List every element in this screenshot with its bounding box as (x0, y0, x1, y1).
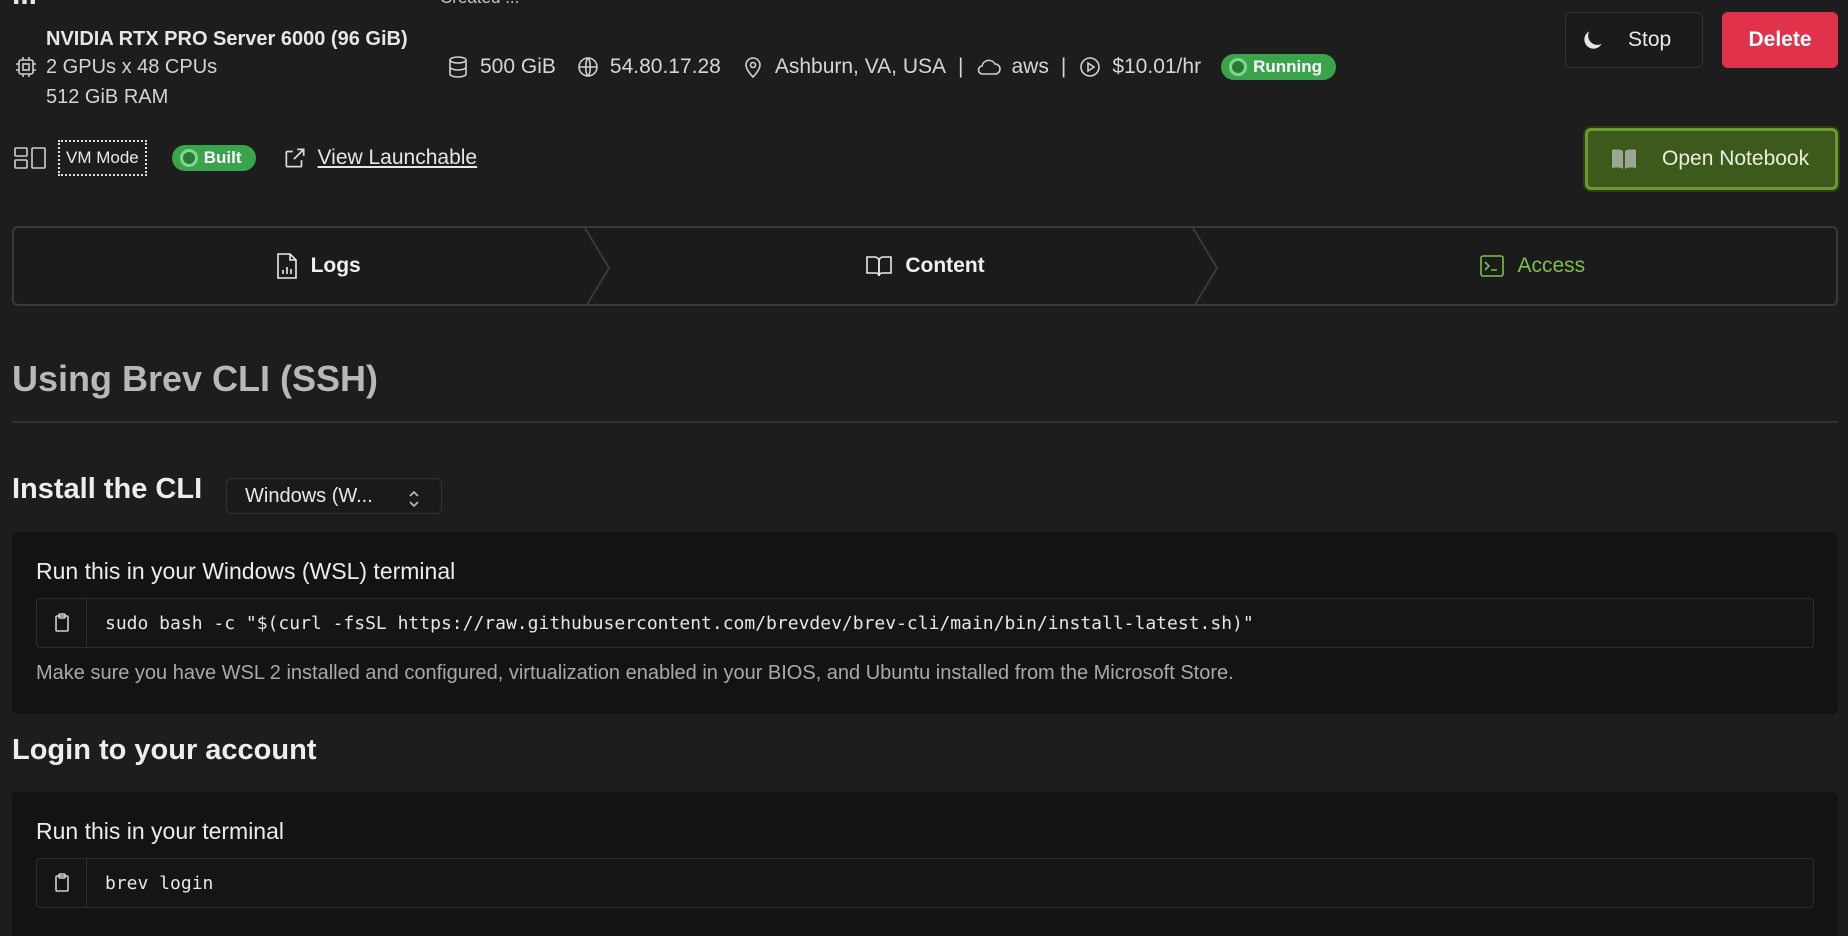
provider-spec: aws (976, 55, 1049, 79)
login-command: brev login (105, 872, 214, 894)
ip-spec: 54.80.17.28 (576, 55, 721, 79)
price-spec: $10.01/hr (1078, 55, 1201, 79)
install-note: Make sure you have WSL 2 installed and c… (36, 662, 1234, 684)
delete-label: Delete (1748, 28, 1812, 51)
running-status-badge: Running (1221, 54, 1336, 80)
layout-icon (14, 147, 46, 169)
copy-button[interactable] (37, 599, 87, 647)
globe-icon (578, 57, 598, 77)
gpu-config: 2 GPUs x 48 CPUs (46, 56, 218, 78)
chevron-updown-icon (409, 490, 419, 508)
storage-value: 500 GiB (480, 55, 556, 78)
step-divider (584, 228, 611, 304)
mode-row: VM Mode Built View Launchable (14, 140, 477, 176)
tab-access-label: Access (1517, 254, 1586, 277)
tab-logs-label: Logs (310, 254, 361, 277)
moon-icon (1584, 31, 1602, 49)
terminal-icon (1480, 255, 1505, 277)
stop-button[interactable]: Stop (1565, 12, 1703, 68)
status-dot-icon (1229, 58, 1248, 76)
built-dot-icon (179, 149, 198, 167)
divider (12, 421, 1838, 423)
gpu-name: NVIDIA RTX PRO Server 6000 (96 GiB) (46, 28, 408, 50)
stop-label: Stop (1628, 28, 1672, 51)
copy-button[interactable] (37, 859, 87, 907)
delete-button[interactable]: Delete (1722, 12, 1838, 68)
instance-page: ... Created ... NVIDIA RTX PRO Server 60… (0, 0, 1848, 936)
vm-mode-toggle[interactable]: VM Mode (58, 140, 147, 176)
spec-separator: | (1060, 55, 1067, 78)
section-title: Using Brev CLI (SSH) (12, 358, 379, 399)
location-spec: Ashburn, VA, USA (741, 55, 946, 79)
database-icon (449, 56, 467, 78)
book-open-icon (866, 256, 893, 277)
built-text: Built (203, 148, 242, 167)
view-launchable-label: View Launchable (317, 146, 478, 169)
os-select-value: Windows (W... (245, 484, 373, 507)
instance-title: ... (12, 0, 37, 12)
steps-nav: Logs Content Access (12, 226, 1838, 306)
install-heading: Install the CLI (12, 473, 203, 505)
built-status-badge: Built (171, 145, 256, 171)
instance-specs: 500 GiB 54.80.17.28 Ashburn, VA, USA | a… (446, 54, 1336, 80)
view-launchable-link[interactable]: View Launchable (282, 145, 478, 171)
install-command-box: sudo bash -c "$(curl -fsSL https://raw.g… (36, 598, 1814, 648)
tab-content[interactable]: Content (621, 228, 1228, 304)
install-command: sudo bash -c "$(curl -fsSL https://raw.g… (105, 612, 1254, 634)
clipboard-icon (54, 873, 69, 892)
tab-logs[interactable]: Logs (14, 228, 621, 304)
status-text: Running (1253, 57, 1322, 76)
ram-amount: 512 GiB RAM (46, 86, 169, 108)
clipboard-icon (54, 613, 69, 632)
ip-address: 54.80.17.28 (609, 55, 721, 78)
tab-access[interactable]: Access (1229, 228, 1836, 304)
tab-content-label: Content (905, 254, 985, 277)
chip-icon (14, 55, 38, 79)
price-value: $10.01/hr (1112, 55, 1202, 78)
install-card: Run this in your Windows (WSL) terminal … (12, 532, 1838, 714)
login-command-box: brev login (36, 858, 1814, 908)
created-timestamp: Created ... (440, 0, 519, 8)
external-link-icon (284, 148, 305, 168)
location-value: Ashburn, VA, USA (774, 55, 947, 78)
cloud-icon (977, 59, 1001, 75)
install-card-title: Run this in your Windows (WSL) terminal (36, 558, 456, 584)
gpu-info: NVIDIA RTX PRO Server 6000 (96 GiB) 2 GP… (14, 26, 408, 112)
login-card-title: Run this in your terminal (36, 818, 284, 844)
os-select[interactable]: Windows (W... (226, 478, 442, 514)
play-circle-icon (1080, 57, 1101, 77)
provider-value: aws (1011, 55, 1049, 78)
open-notebook-button[interactable]: Open Notebook (1585, 128, 1838, 190)
file-chart-icon (276, 253, 297, 279)
open-notebook-label: Open Notebook (1662, 147, 1810, 170)
login-heading: Login to your account (12, 734, 317, 766)
spec-separator: | (958, 55, 964, 78)
location-pin-icon (745, 57, 761, 79)
login-card: Run this in your terminal brev login (12, 792, 1838, 936)
storage-spec: 500 GiB (446, 55, 556, 79)
step-divider (1191, 228, 1218, 304)
notebook-icon (1612, 149, 1636, 169)
